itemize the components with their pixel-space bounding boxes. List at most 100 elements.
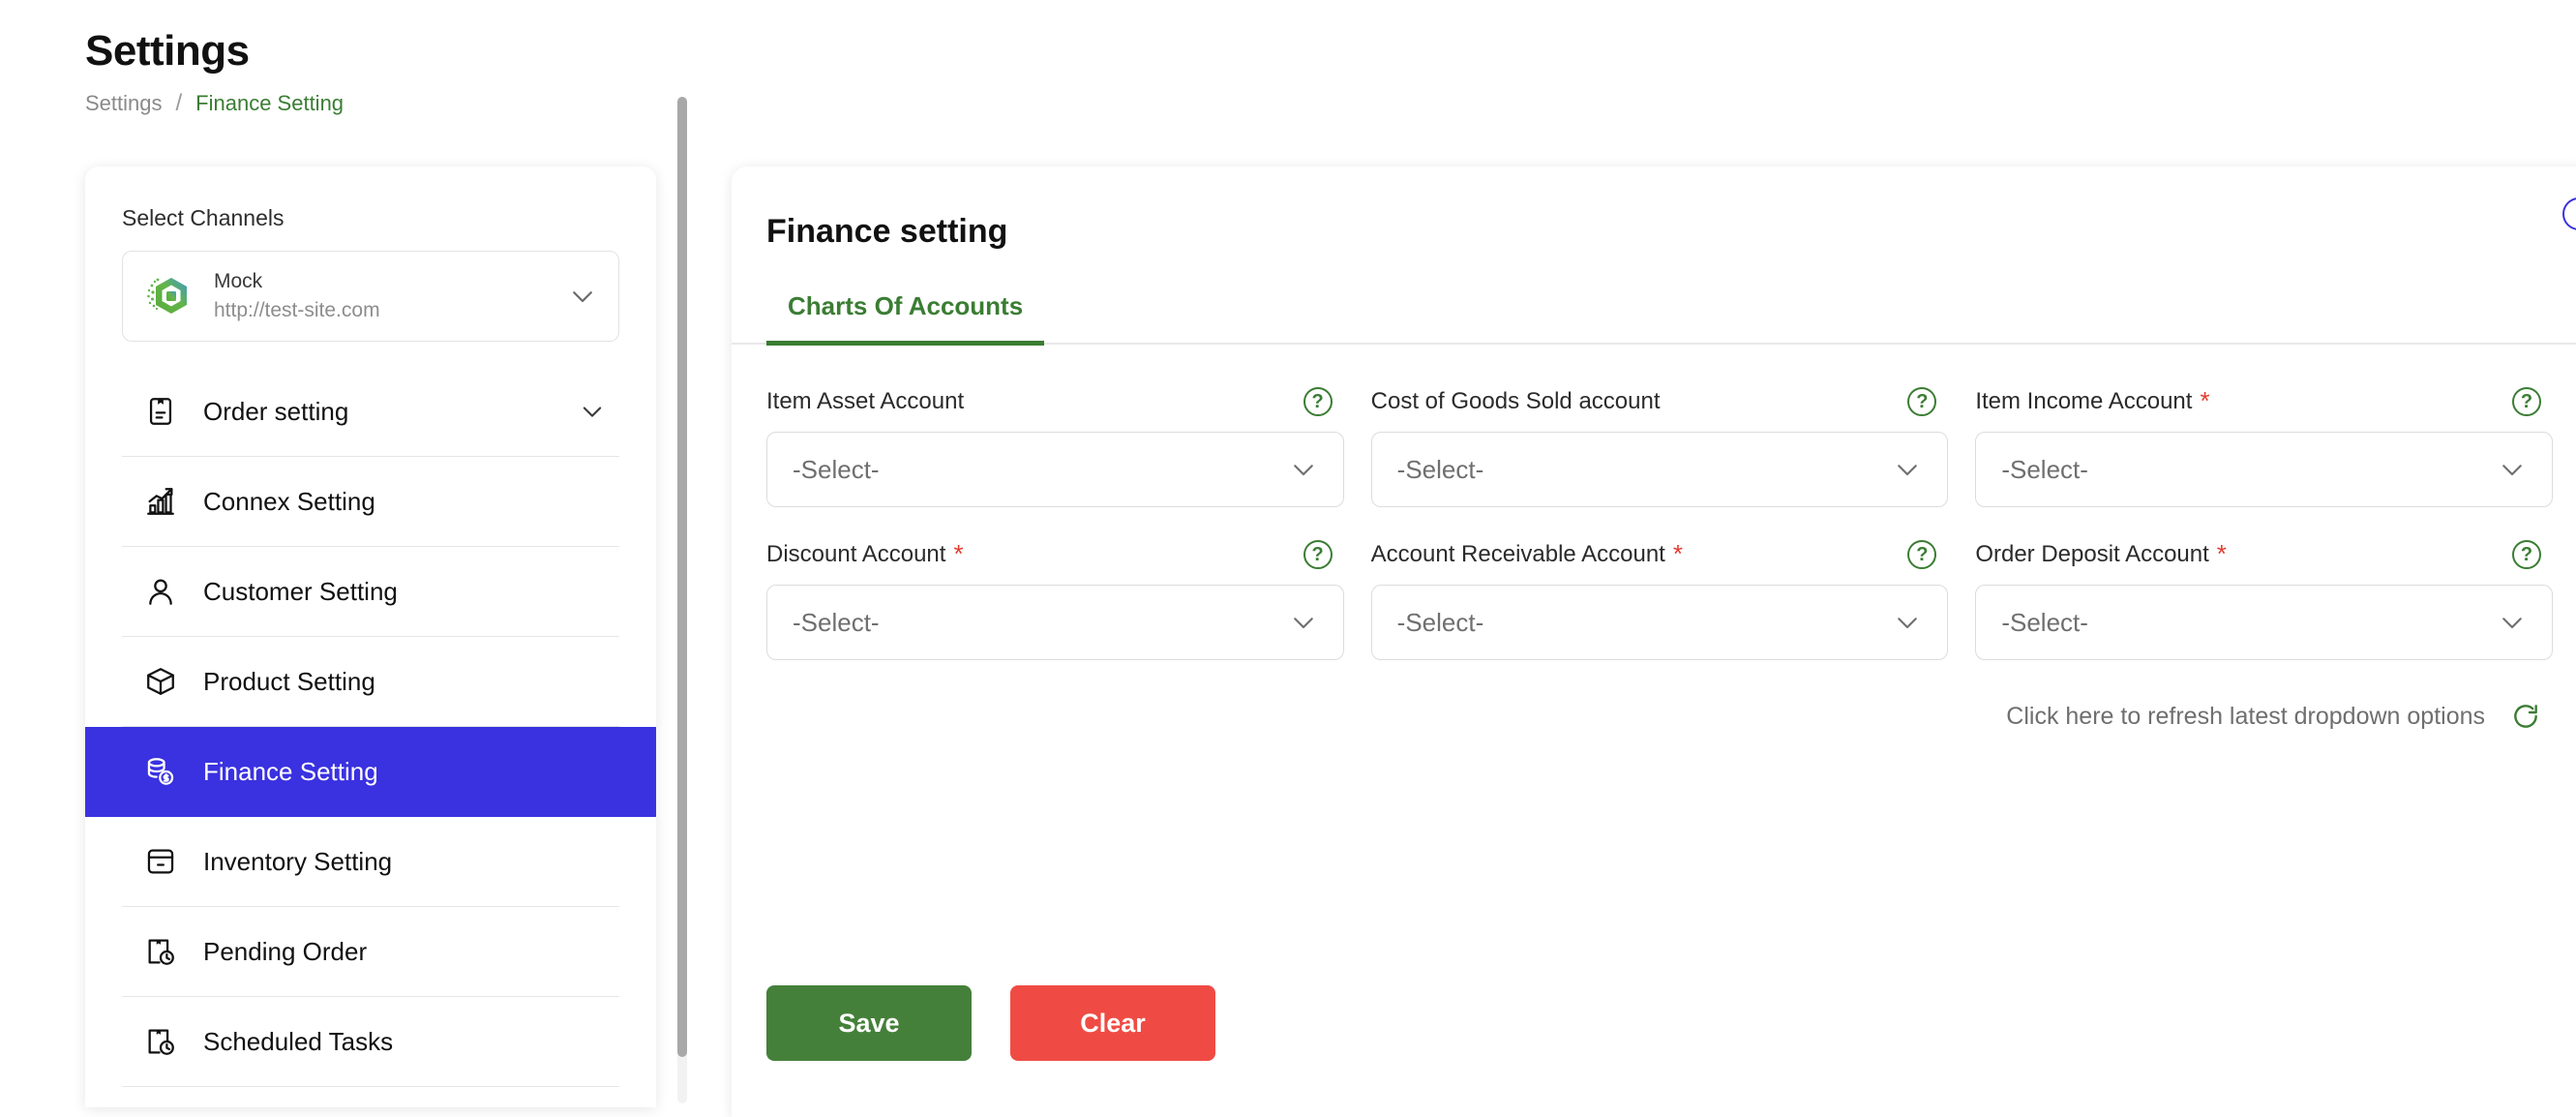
field-header: Item Income Account * ? [1975,387,2553,416]
field-label-wrap: Discount Account * [766,541,964,568]
sidebar-item-label: Scheduled Tasks [203,1026,394,1056]
chevron-down-icon [1289,455,1318,484]
tab-bar: Charts Of Accounts [732,287,2576,346]
clipboard-icon [143,394,178,429]
field-discount-account: Discount Account * ? -Select- [766,540,1344,660]
settings-menu: Order setting Connex Setting Customer Se… [85,367,656,1087]
field-account-receivable-account: Account Receivable Account * ? -Select- [1370,540,1949,660]
field-item-asset-account: Item Asset Account ? -Select- [766,387,1344,507]
settings-sidebar: Select Channels Mock http://test-site.co… [85,166,656,1107]
required-marker: * [1672,539,1683,568]
select-value: -Select- [2001,607,2088,637]
finance-setting-panel: Finance setting Charts Of Accounts Item … [732,166,2576,1117]
sidebar-item-label: Pending Order [203,936,368,966]
field-label-wrap: Cost of Goods Sold account [1371,388,1661,415]
sidebar-item-order-setting[interactable]: Order setting [122,367,619,457]
breadcrumb-current[interactable]: Finance Setting [195,91,344,116]
hexagon-cube-logo-icon [146,272,195,320]
archive-box-icon [143,844,178,879]
sidebar-item-inventory-setting[interactable]: Inventory Setting [122,817,619,907]
save-button[interactable]: Save [766,985,972,1061]
question-icon[interactable]: ? [1303,387,1333,416]
chevron-down-icon [2498,455,2527,484]
sidebar-item-connex-setting[interactable]: Connex Setting [122,457,619,547]
channel-selector[interactable]: Mock http://test-site.com [122,251,619,342]
field-header: Discount Account * ? [766,540,1344,569]
field-header: Order Deposit Account * ? [1975,540,2553,569]
field-label: Discount Account [766,541,946,567]
clear-button[interactable]: Clear [1010,985,1215,1061]
item-income-account-select[interactable]: -Select- [1975,432,2553,507]
question-icon[interactable]: ? [1907,540,1937,569]
field-label: Account Receivable Account [1370,541,1665,567]
sidebar-item-customer-setting[interactable]: Customer Setting [122,547,619,637]
sidebar-scrollbar[interactable] [677,97,687,1103]
chevron-down-icon [1893,608,1922,637]
sidebar-item-finance-setting[interactable]: Finance Setting [85,727,656,817]
tab-charts-of-accounts[interactable]: Charts Of Accounts [766,287,1045,346]
required-marker: * [2216,539,2227,568]
select-value: -Select- [1396,607,1484,637]
field-label-wrap: Item Asset Account [766,388,964,415]
coins-dollar-icon [143,754,178,789]
box-clock-icon [143,934,178,969]
chevron-down-icon [1289,608,1318,637]
field-label: Cost of Goods Sold account [1370,388,1661,414]
sidebar-item-product-setting[interactable]: Product Setting [122,637,619,727]
chevron-down-icon [1893,455,1922,484]
question-icon[interactable]: ? [1907,387,1937,416]
field-header: Account Receivable Account * ? [1371,540,1949,569]
field-label-wrap: Order Deposit Account * [1975,541,2227,568]
field-header: Cost of Goods Sold account ? [1371,387,1949,416]
question-icon[interactable]: ? [2512,540,2541,569]
question-icon[interactable]: ? [1303,540,1333,569]
channel-name: Mock [214,269,263,292]
select-value: -Select- [793,607,880,637]
refresh-dropdown-label[interactable]: Click here to refresh latest dropdown op… [2006,703,2485,731]
question-icon[interactable]: ? [2512,387,2541,416]
account-receivable-account-select[interactable]: -Select- [1370,585,1949,660]
breadcrumb-parent[interactable]: Settings [85,91,163,116]
form-actions: Save Clear [766,985,1215,1061]
required-marker: * [2200,386,2210,415]
sidebar-item-label: Finance Setting [203,756,378,786]
sidebar-item-label: Connex Setting [203,486,375,516]
breadcrumb-separator: / [175,89,183,116]
required-marker: * [953,539,964,568]
fields-grid: Item Asset Account ? -Select- Cost of Go… [766,387,2553,660]
order-deposit-account-select[interactable]: -Select- [1975,585,2553,660]
page-header: Settings Settings / Finance Setting [0,0,2576,117]
scrollbar-thumb[interactable] [677,97,687,1057]
sidebar-wrapper: Select Channels Mock http://test-site.co… [85,97,687,1107]
sidebar-item-label: Product Setting [203,666,375,696]
charts-of-accounts-form: Item Asset Account ? -Select- Cost of Go… [732,345,2576,732]
bar-chart-up-icon [143,484,178,519]
field-header: Item Asset Account ? [766,387,1344,416]
field-item-income-account: Item Income Account * ? -Select- [1975,387,2553,507]
chevron-down-icon[interactable] [568,282,597,311]
select-value: -Select- [793,454,880,484]
page-title: Settings [85,27,250,75]
breadcrumb: Settings / Finance Setting [85,90,2576,117]
main-wrapper: Finance setting Charts Of Accounts Item … [732,166,2576,1117]
select-value: -Select- [1396,454,1484,484]
channel-info: Mock http://test-site.com [214,267,549,326]
field-cost-of-goods-sold-account: Cost of Goods Sold account ? -Select- [1370,387,1949,507]
field-label: Order Deposit Account [1975,541,2209,567]
field-label: Item Asset Account [766,388,965,414]
refresh-dropdown-row: Click here to refresh latest dropdown op… [766,701,2553,732]
discount-account-select[interactable]: -Select- [766,585,1344,660]
sidebar-item-scheduled-tasks[interactable]: Scheduled Tasks [122,997,619,1087]
refresh-icon[interactable] [2510,701,2541,732]
sidebar-item-pending-order[interactable]: Pending Order [122,907,619,997]
user-icon [143,574,178,609]
panel-title: Finance setting [766,213,1008,250]
field-order-deposit-account: Order Deposit Account * ? -Select- [1975,540,2553,660]
settings-page: Settings Settings / Finance Setting Sele… [0,0,2576,1117]
body-row: Select Channels Mock http://test-site.co… [0,97,2576,1117]
chevron-down-icon[interactable] [579,398,606,425]
chevron-down-icon [2498,608,2527,637]
cost-of-goods-sold-account-select[interactable]: -Select- [1370,432,1949,507]
select-channels-label: Select Channels [122,205,285,230]
item-asset-account-select[interactable]: -Select- [766,432,1344,507]
